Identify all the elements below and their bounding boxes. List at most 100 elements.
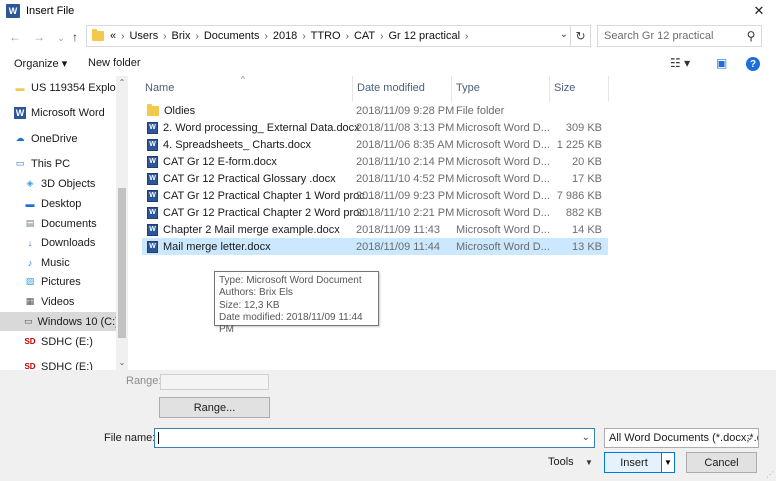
breadcrumb-separator-icon[interactable]: ›	[380, 31, 383, 42]
file-row[interactable]: W 2. Word processing_ External Data.docx 2…	[142, 119, 608, 136]
search-box[interactable]: Search Gr 12 practical ⚲	[597, 25, 762, 47]
up-button[interactable]: ↑	[66, 28, 84, 46]
help-icon[interactable]: ?	[746, 57, 760, 71]
sidebar-scrollbar[interactable]: ⌃ ⌄	[116, 76, 128, 370]
insert-dropdown-icon[interactable]: ▼	[661, 453, 674, 472]
file-row[interactable]: W CAT Gr 12 Practical Chapter 2 Word proc…	[142, 204, 608, 221]
sidebar-item-label: Pictures	[41, 275, 81, 288]
word-icon: W	[14, 106, 26, 119]
sidebar-item[interactable]: ☁ OneDrive	[0, 129, 118, 148]
word-icon: W	[6, 4, 20, 18]
sidebar-item[interactable]: ▬ Desktop	[0, 194, 118, 213]
close-button[interactable]: ✕	[748, 2, 770, 20]
scrollbar-thumb[interactable]	[118, 188, 126, 338]
breadcrumb-item[interactable]: Brix	[172, 30, 191, 42]
sidebar-item[interactable]: ▭ This PC	[0, 154, 118, 173]
breadcrumb-separator-icon[interactable]: ›	[121, 31, 124, 42]
sidebar-item[interactable]: ▭ Windows 10 (C:)	[0, 312, 119, 331]
sidebar-item[interactable]: ▬ US 119354 Explo	[0, 78, 118, 97]
file-date: 2018/11/09 11:44	[356, 240, 441, 253]
search-icon[interactable]: ⚲	[741, 29, 761, 43]
sidebar-item[interactable]: ▨ Pictures	[0, 272, 118, 291]
breadcrumb-separator-icon[interactable]: ›	[163, 31, 166, 42]
breadcrumb-overflow[interactable]: «	[110, 30, 116, 42]
search-input[interactable]: Search Gr 12 practical	[604, 30, 741, 42]
breadcrumb-item[interactable]: 2018	[273, 30, 297, 42]
sidebar-item-label: Downloads	[41, 236, 96, 249]
file-date: 2018/11/10 2:21 PM	[356, 206, 455, 219]
word-document-icon: W	[147, 138, 158, 151]
preview-pane-icon[interactable]: ▣	[716, 56, 727, 70]
sidebar-item[interactable]: SD SDHC (E:)	[0, 357, 118, 371]
chevron-down-icon[interactable]: ⌄	[746, 432, 754, 443]
sidebar-item-label: Music	[41, 256, 70, 269]
breadcrumb-item[interactable]: TTRO	[311, 30, 341, 42]
chevron-down-icon[interactable]: ⌄	[560, 29, 568, 40]
breadcrumb-separator-icon[interactable]: ›	[302, 31, 305, 42]
breadcrumb-separator-icon[interactable]: ›	[196, 31, 199, 42]
file-row[interactable]: Oldies 2018/11/09 9:28 PM File folder	[142, 102, 608, 119]
column-divider[interactable]	[352, 76, 353, 102]
video-icon: ▦	[25, 296, 35, 306]
file-row[interactable]: W Chapter 2 Mail merge example.docx 2018/1…	[142, 221, 608, 238]
column-divider[interactable]	[451, 76, 452, 102]
file-date: 2018/11/08 3:13 PM	[356, 121, 455, 134]
view-options-icon[interactable]: ☷ ▾	[670, 56, 690, 70]
file-row[interactable]: W Mail merge letter.docx 2018/11/09 11:44 M…	[142, 238, 608, 255]
insert-button[interactable]: Insert ▼	[604, 452, 675, 473]
chevron-down-icon[interactable]: ⌄	[582, 432, 590, 443]
sidebar-item[interactable]: SD SDHC (E:)	[0, 332, 118, 351]
column-divider[interactable]	[549, 76, 550, 102]
file-name: Oldies	[164, 104, 196, 117]
scroll-up-icon[interactable]: ⌃	[117, 78, 127, 87]
breadcrumb-separator-icon[interactable]: ›	[264, 31, 267, 42]
file-name: CAT Gr 12 Practical Chapter 1 Word proc.…	[163, 189, 374, 202]
address-bar[interactable]: « › Users › Brix › Documents › 2018 › TTRO › CAT › Gr…	[86, 25, 591, 47]
cancel-button[interactable]: Cancel	[686, 452, 757, 473]
new-folder-button[interactable]: New folder	[88, 57, 141, 69]
forward-button[interactable]: →	[30, 28, 48, 46]
column-header-name[interactable]: Name	[145, 82, 174, 94]
sd-card-icon: SD	[24, 362, 36, 370]
sidebar-item-label: Windows 10 (C:)	[37, 315, 119, 328]
breadcrumb-item[interactable]: Gr 12 practical	[388, 30, 460, 42]
title-bar: W Insert File ✕	[0, 0, 776, 22]
column-header-size[interactable]: Size	[554, 82, 575, 94]
resize-grip-icon[interactable]: ⋰	[766, 470, 774, 479]
folder-icon: ▬	[15, 82, 25, 93]
scroll-down-icon[interactable]: ⌄	[117, 358, 127, 367]
column-divider[interactable]	[608, 76, 609, 102]
file-type-filter[interactable]: All Word Documents (*.docx;*.d ⌄	[604, 428, 759, 448]
breadcrumb-item[interactable]: Users	[129, 30, 158, 42]
file-name-cell: W CAT Gr 12 E-form.docx	[147, 155, 277, 168]
file-type-filter-value: All Word Documents (*.docx;*.d	[609, 432, 759, 444]
sidebar-item-label: SDHC (E:)	[41, 360, 93, 371]
column-header-date[interactable]: Date modified	[357, 82, 425, 94]
breadcrumb-separator-icon[interactable]: ›	[465, 31, 468, 42]
file-name-input[interactable]: ⌄	[154, 428, 595, 448]
sidebar-item[interactable]: ♪ Music	[0, 253, 118, 272]
organize-button[interactable]: Organize ▾	[14, 57, 67, 70]
file-row[interactable]: W CAT Gr 12 Practical Chapter 1 Word proc…	[142, 187, 608, 204]
breadcrumb-item[interactable]: CAT	[354, 30, 375, 42]
file-size: 882 KB	[565, 206, 602, 219]
refresh-icon[interactable]: ↻	[570, 26, 590, 46]
sidebar-item[interactable]: ▦ Videos	[0, 292, 118, 311]
file-row[interactable]: W 4. Spreadsheets_ Charts.docx 2018/11/06 …	[142, 136, 608, 153]
column-header-type[interactable]: Type	[456, 82, 480, 94]
file-name: CAT Gr 12 Practical Chapter 2 Word proc.…	[163, 206, 374, 219]
sidebar-item[interactable]: ↓ Downloads	[0, 233, 118, 252]
computer-icon: ▭	[15, 158, 25, 168]
back-button[interactable]: ←	[6, 28, 24, 46]
range-button[interactable]: Range...	[159, 397, 270, 418]
file-row[interactable]: W CAT Gr 12 E-form.docx 2018/11/10 2:14 PM…	[142, 153, 608, 170]
breadcrumb-item[interactable]: Documents	[204, 30, 260, 42]
breadcrumb-separator-icon[interactable]: ›	[346, 31, 349, 42]
sidebar-item[interactable]: W Microsoft Word	[0, 103, 118, 122]
sidebar-item[interactable]: ◈ 3D Objects	[0, 174, 118, 193]
tools-button[interactable]: Tools	[548, 456, 574, 468]
tools-dropdown-icon[interactable]: ▼	[585, 458, 593, 467]
word-document-icon: W	[147, 240, 158, 253]
sidebar-item[interactable]: ▤ Documents	[0, 214, 118, 233]
file-row[interactable]: W CAT Gr 12 Practical Glossary .docx 2018/…	[142, 170, 608, 187]
